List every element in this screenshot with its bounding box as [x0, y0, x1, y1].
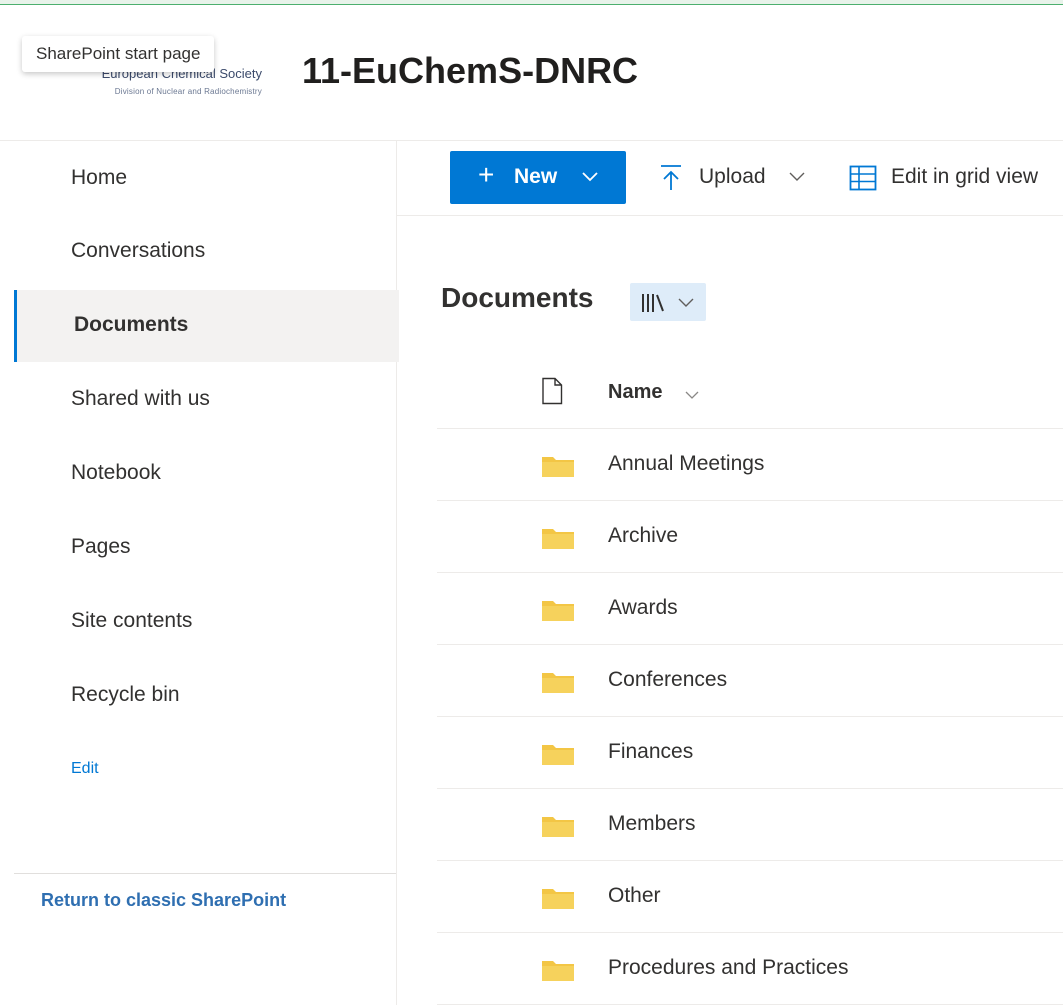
left-navigation: Home Conversations Documents Shared with…: [0, 141, 399, 1005]
folder-name[interactable]: Conferences: [608, 668, 727, 692]
chevron-down-icon: [789, 169, 805, 187]
folder-icon: [542, 815, 574, 842]
folder-icon: [542, 599, 574, 626]
nav-item-label: Conversations: [71, 239, 206, 262]
nav-item-label: Documents: [74, 313, 189, 336]
upload-icon: [659, 164, 683, 197]
file-type-icon[interactable]: [541, 377, 563, 410]
site-header: SharePoint start page European Chemical …: [0, 6, 1063, 141]
nav-item-label: Recycle bin: [71, 683, 180, 706]
folder-row[interactable]: Awards: [437, 573, 1063, 645]
nav-item-site-contents[interactable]: Site contents: [20, 586, 396, 658]
folder-row[interactable]: Archive: [437, 501, 1063, 573]
view-switcher[interactable]: [630, 283, 706, 321]
edit-in-grid-view-button[interactable]: Edit in grid view: [849, 151, 1063, 204]
nav-item-label: Shared with us: [71, 387, 210, 410]
folder-name[interactable]: Awards: [608, 596, 678, 620]
sharepoint-start-page-tooltip: SharePoint start page: [22, 36, 215, 72]
nav-edit-link[interactable]: Edit: [71, 760, 99, 778]
nav-item-label: Home: [71, 166, 128, 189]
nav-item-label: Notebook: [71, 461, 161, 484]
folder-row[interactable]: Members: [437, 789, 1063, 861]
nav-item-conversations[interactable]: Conversations: [20, 216, 396, 288]
folder-row[interactable]: Other: [437, 861, 1063, 933]
folder-icon: [542, 527, 574, 554]
nav-item-documents[interactable]: Documents: [14, 290, 399, 362]
library-view-icon: [640, 293, 666, 318]
folder-icon: [542, 959, 574, 986]
plus-icon: +: [478, 159, 495, 190]
new-button-label: New: [514, 165, 558, 188]
folder-icon: [542, 671, 574, 698]
new-button[interactable]: + New: [450, 151, 626, 204]
chevron-down-icon: [678, 295, 694, 313]
folder-name[interactable]: Finances: [608, 740, 693, 764]
folder-icon: [542, 743, 574, 770]
upload-button-label: Upload: [699, 165, 766, 188]
nav-item-shared-with-us[interactable]: Shared with us: [20, 364, 396, 436]
window-top-border: [0, 0, 1063, 5]
folder-row[interactable]: Conferences: [437, 645, 1063, 717]
edit-in-grid-view-label: Edit in grid view: [891, 165, 1039, 188]
folder-name[interactable]: Annual Meetings: [608, 452, 764, 476]
site-title[interactable]: 11-EuChemS-DNRC: [302, 50, 638, 92]
nav-item-home[interactable]: Home: [20, 143, 396, 215]
name-column-header[interactable]: Name: [608, 381, 662, 404]
folder-name[interactable]: Procedures and Practices: [608, 956, 848, 980]
grid-icon: [849, 165, 877, 196]
library-title: Documents: [441, 282, 594, 313]
upload-button[interactable]: Upload: [659, 151, 819, 204]
chevron-down-icon[interactable]: [685, 387, 699, 405]
nav-item-recycle-bin[interactable]: Recycle bin: [20, 660, 396, 732]
folder-row[interactable]: Finances: [437, 717, 1063, 789]
nav-item-label: Pages: [71, 535, 131, 558]
nav-divider: [14, 873, 396, 874]
list-header: Name: [437, 357, 1063, 429]
logo-subtitle: Division of Nuclear and Radiochemistry: [114, 87, 262, 96]
folder-name[interactable]: Members: [608, 812, 696, 836]
nav-item-label: Site contents: [71, 609, 193, 632]
folder-name[interactable]: Archive: [608, 524, 678, 548]
command-bar: + New Upload Edit in grid view: [397, 141, 1063, 216]
folder-row[interactable]: Procedures and Practices: [437, 933, 1063, 1005]
folder-icon: [542, 887, 574, 914]
folder-icon: [542, 455, 574, 482]
folder-name[interactable]: Other: [608, 884, 661, 908]
return-to-classic-link[interactable]: Return to classic SharePoint: [41, 890, 286, 911]
folder-row[interactable]: Annual Meetings: [437, 429, 1063, 501]
nav-item-pages[interactable]: Pages: [20, 512, 396, 584]
chevron-down-icon: [582, 169, 598, 187]
nav-item-notebook[interactable]: Notebook: [20, 438, 396, 510]
